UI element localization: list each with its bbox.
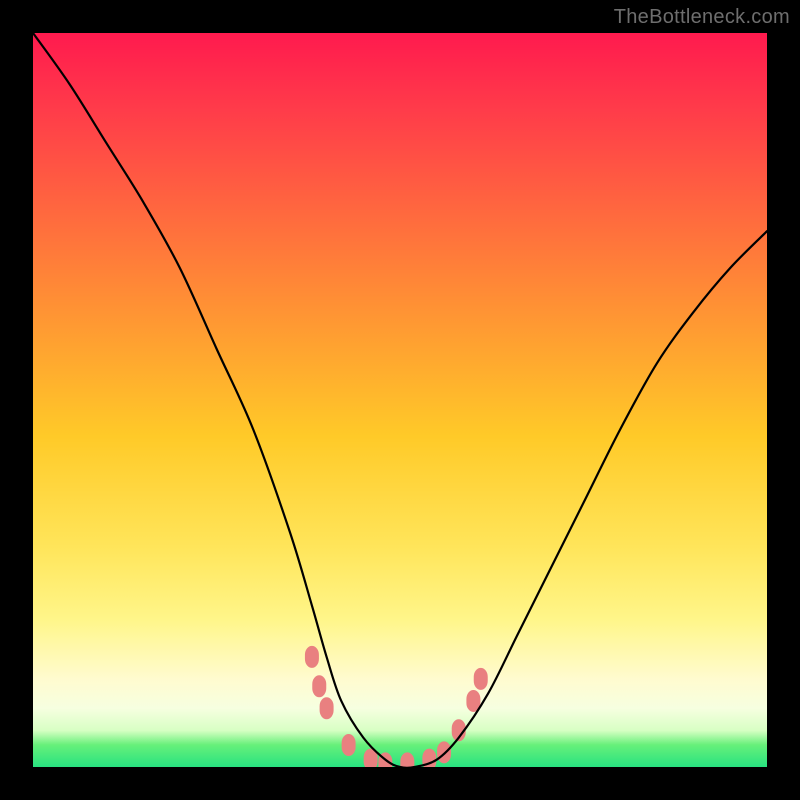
- chart-frame: TheBottleneck.com: [0, 0, 800, 800]
- markers-group: [305, 646, 488, 767]
- watermark-text: TheBottleneck.com: [614, 6, 790, 29]
- curve-marker: [320, 697, 334, 719]
- curve-marker: [437, 741, 451, 763]
- curve-marker: [400, 752, 414, 767]
- curve-marker: [342, 734, 356, 756]
- curve-layer: [33, 33, 767, 767]
- bottleneck-curve: [33, 33, 767, 767]
- curve-marker: [474, 668, 488, 690]
- curve-marker: [305, 646, 319, 668]
- curve-marker: [312, 675, 326, 697]
- plot-area: [33, 33, 767, 767]
